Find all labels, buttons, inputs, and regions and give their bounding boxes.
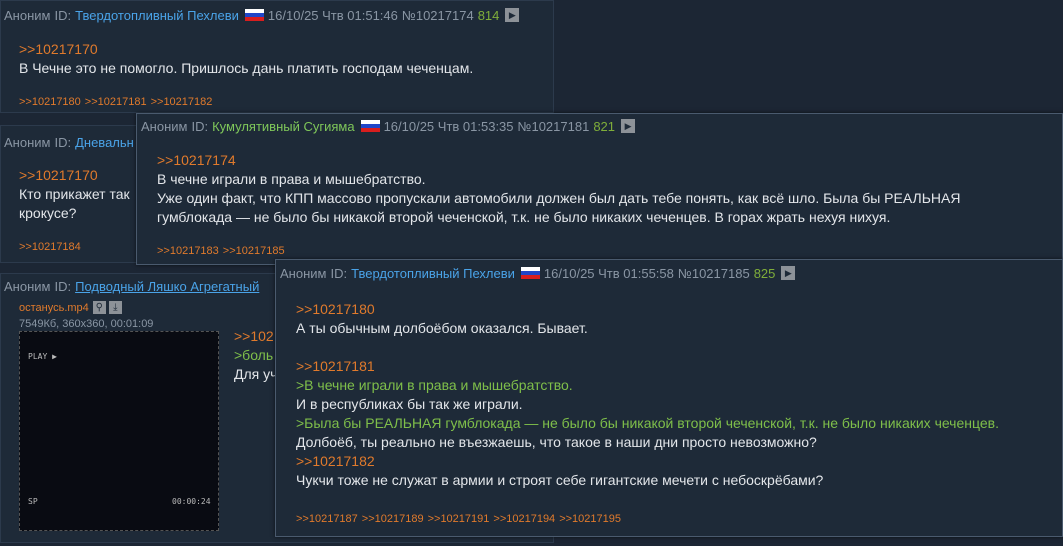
id-label: ID:	[54, 134, 72, 150]
post-body: >>10217170 В Чечне это не помогло. Пришл…	[19, 40, 473, 78]
file-row: останусь.mp4 ⚲ ⤓	[19, 301, 122, 314]
post-text-line: крокусе?	[19, 205, 77, 221]
play-icon[interactable]: ▶	[621, 119, 636, 133]
post-text: В Чечне это не помогло. Пришлось дань пл…	[19, 60, 474, 76]
greentext: >В чечне играли в права и мышебратство.	[296, 377, 573, 393]
video-thumbnail[interactable]: PLAY ▶ SP 00:00:24	[19, 331, 219, 531]
post-header: Аноним ID: Подводный Ляшко Агрегатный	[4, 276, 263, 296]
poster-id[interactable]: Твердотопливный Пехлеви	[351, 266, 515, 281]
play-icon[interactable]: ▶	[781, 266, 796, 280]
reply-link[interactable]: >>10217170	[19, 40, 473, 59]
reply-link[interactable]: >>10217195	[559, 513, 621, 525]
post-text-line: Для уч	[234, 366, 278, 382]
post-text-line: Долбоёб, ты реально не въезжаешь, что та…	[296, 434, 817, 450]
reply-link[interactable]: >>10217181	[296, 357, 999, 376]
post-body: >>10217174 В чечне играли в права и мыше…	[157, 151, 960, 227]
poster-name: Аноним	[141, 118, 188, 134]
file-meta: 7549Кб, 360x360, 00:01:09	[19, 318, 154, 330]
post-number[interactable]: №10217185	[678, 266, 750, 281]
reply-link[interactable]: >>10217182	[151, 96, 213, 108]
poster-id[interactable]: Кумулятивный Сугияма	[212, 119, 354, 134]
post-text-line: гумблокада — не было бы никакой второй ч…	[157, 209, 891, 225]
reply-link[interactable]: >>10217180	[19, 96, 81, 108]
post-number[interactable]: №10217174	[402, 8, 474, 23]
reply-list: >>10217183 >>10217185	[157, 245, 289, 257]
post-body: >>102 >боль Для уч	[234, 327, 277, 384]
post-text-line: Уже один факт, что КПП массово пропускал…	[157, 190, 961, 206]
poster-name: Аноним	[4, 134, 51, 150]
video-time-label: 00:00:24	[172, 497, 211, 506]
reply-list: >>10217180 >>10217181 >>10217182	[19, 96, 216, 108]
reply-link[interactable]: >>10217185	[223, 245, 285, 257]
reply-link[interactable]: >>10217194	[493, 513, 555, 525]
post-date: 16/10/25 Чтв 01:55:58	[543, 265, 674, 281]
poster-name: Аноним	[4, 7, 51, 23]
poster-name: Аноним	[280, 265, 327, 281]
russia-flag-icon	[520, 266, 540, 280]
post-text-line: Чукчи тоже не служат в армии и строят се…	[296, 472, 824, 488]
post-text-line: А ты обычным долбоёбом оказался. Бывает.	[296, 320, 588, 336]
reply-link[interactable]: >>102	[234, 327, 277, 346]
post-text-line: Кто прикажет так	[19, 186, 130, 202]
id-label: ID:	[330, 265, 348, 281]
video-sp-label: SP	[28, 497, 38, 506]
post-header: Аноним ID: Дневальн	[4, 132, 138, 152]
reply-count: 814	[477, 7, 500, 23]
reply-link[interactable]: >>10217184	[19, 241, 81, 253]
greentext: >Была бы РЕАЛЬНАЯ гумблокада — не было б…	[296, 415, 999, 431]
search-icon[interactable]: ⚲	[92, 301, 106, 314]
reply-link[interactable]: >>10217181	[85, 96, 147, 108]
post-date: 16/10/25 Чтв 01:51:46	[267, 7, 398, 23]
post-text-line: В чечне играли в права и мышебратство.	[157, 171, 426, 187]
greentext: >боль	[234, 347, 274, 363]
file-name[interactable]: останусь.mp4	[19, 302, 89, 314]
popup-post-10217185: Аноним ID: Твердотопливный Пехлеви 16/10…	[275, 259, 1063, 537]
reply-link[interactable]: >>10217182	[296, 452, 999, 471]
post-body: >>10217180 А ты обычным долбоёбом оказал…	[296, 300, 999, 490]
post-body: >>10217170 Кто прикажет так крокусе?	[19, 166, 130, 223]
poster-id[interactable]: Твердотопливный Пехлеви	[75, 8, 239, 23]
reply-link[interactable]: >>10217191	[428, 513, 490, 525]
play-icon[interactable]: ▶	[505, 8, 520, 22]
post-header: Аноним ID: Твердотопливный Пехлеви 16/10…	[4, 5, 523, 25]
id-label: ID:	[54, 278, 72, 294]
poster-id[interactable]: Подводный Ляшко Агрегатный	[75, 279, 259, 294]
reply-count: 821	[593, 118, 616, 134]
poster-name: Аноним	[4, 278, 51, 294]
post-text-line: И в республиках бы так же играли.	[296, 396, 523, 412]
poster-id[interactable]: Дневальн	[75, 135, 134, 150]
reply-link[interactable]: >>10217180	[296, 300, 999, 319]
video-play-label: PLAY ▶	[28, 352, 57, 361]
post-10217174: Аноним ID: Твердотопливный Пехлеви 16/10…	[0, 0, 554, 113]
id-label: ID:	[54, 7, 72, 23]
popup-post-10217181: Аноним ID: Кумулятивный Сугияма 16/10/25…	[136, 113, 1063, 265]
post-header: Аноним ID: Кумулятивный Сугияма 16/10/25…	[141, 116, 639, 136]
russia-flag-icon	[360, 119, 380, 133]
id-label: ID:	[191, 118, 209, 134]
reply-count: 825	[753, 265, 776, 281]
reply-link[interactable]: >>10217174	[157, 151, 960, 170]
reply-link[interactable]: >>10217187	[296, 513, 358, 525]
reply-list: >>10217184	[19, 241, 85, 253]
download-icon[interactable]: ⤓	[108, 301, 122, 314]
reply-list: >>10217187 >>10217189 >>10217191 >>10217194…	[296, 513, 625, 525]
reply-link[interactable]: >>10217183	[157, 245, 219, 257]
post-header: Аноним ID: Твердотопливный Пехлеви 16/10…	[280, 263, 799, 283]
post-number[interactable]: №10217181	[518, 119, 590, 134]
post-date: 16/10/25 Чтв 01:53:35	[383, 118, 514, 134]
reply-link[interactable]: >>10217189	[362, 513, 424, 525]
reply-link[interactable]: >>10217170	[19, 166, 130, 185]
russia-flag-icon	[244, 8, 264, 22]
